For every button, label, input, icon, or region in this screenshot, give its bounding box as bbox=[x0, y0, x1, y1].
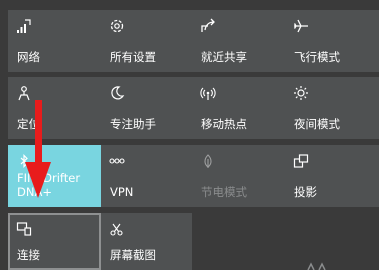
project-icon bbox=[293, 154, 309, 168]
screen-snip-icon bbox=[110, 223, 123, 236]
tile-location[interactable]: 定位 bbox=[8, 77, 101, 139]
tile-label: 节电模式 bbox=[201, 185, 247, 199]
tile-label: 所有设置 bbox=[110, 50, 156, 64]
moon-icon bbox=[111, 86, 125, 100]
tile-label: 夜间模式 bbox=[294, 117, 340, 131]
tile-label: 就近共享 bbox=[201, 50, 247, 64]
tile-network[interactable]: 网络 bbox=[8, 10, 101, 72]
battery-saver-icon bbox=[204, 154, 212, 168]
tile-label: 飞行模式 bbox=[294, 50, 340, 64]
airplane-icon bbox=[293, 19, 308, 33]
tile-label: 移动热点 bbox=[201, 117, 247, 131]
network-icon bbox=[17, 19, 31, 33]
tile-label: 屏幕截图 bbox=[110, 248, 156, 262]
tile-airplane-mode[interactable]: 飞行模式 bbox=[285, 10, 379, 72]
tile-connect[interactable]: 连接 bbox=[8, 213, 101, 270]
gear-icon bbox=[110, 19, 124, 33]
tile-bluetooth-device[interactable]: FIIO Drifter DNA+ bbox=[8, 145, 101, 207]
tile-label: VPN bbox=[110, 185, 134, 199]
tile-project[interactable]: 投影 bbox=[285, 145, 379, 207]
tile-label: 网络 bbox=[17, 50, 40, 64]
tile-all-settings[interactable]: 所有设置 bbox=[101, 10, 192, 72]
tile-mobile-hotspot[interactable]: 移动热点 bbox=[192, 77, 285, 139]
tile-label: 投影 bbox=[294, 185, 317, 199]
tile-night-light[interactable]: 夜间模式 bbox=[285, 77, 379, 139]
location-icon bbox=[18, 86, 30, 101]
connect-icon bbox=[16, 222, 32, 236]
tile-nearby-share[interactable]: 就近共享 bbox=[192, 10, 285, 72]
taskbar-icon-partial bbox=[307, 262, 326, 270]
tile-label: 连接 bbox=[17, 248, 40, 262]
vpn-icon bbox=[109, 158, 125, 164]
tile-label: 专注助手 bbox=[110, 117, 156, 131]
tile-battery-saver[interactable]: 节电模式 bbox=[192, 145, 285, 207]
hotspot-icon bbox=[200, 87, 216, 100]
brightness-icon bbox=[294, 86, 308, 100]
red-arrow-annotation bbox=[25, 100, 51, 198]
nearby-share-icon bbox=[201, 18, 215, 32]
tile-focus-assist[interactable]: 专注助手 bbox=[101, 77, 192, 139]
tile-vpn[interactable]: VPN bbox=[101, 145, 192, 207]
tile-screen-snip[interactable]: 屏幕截图 bbox=[101, 213, 192, 270]
